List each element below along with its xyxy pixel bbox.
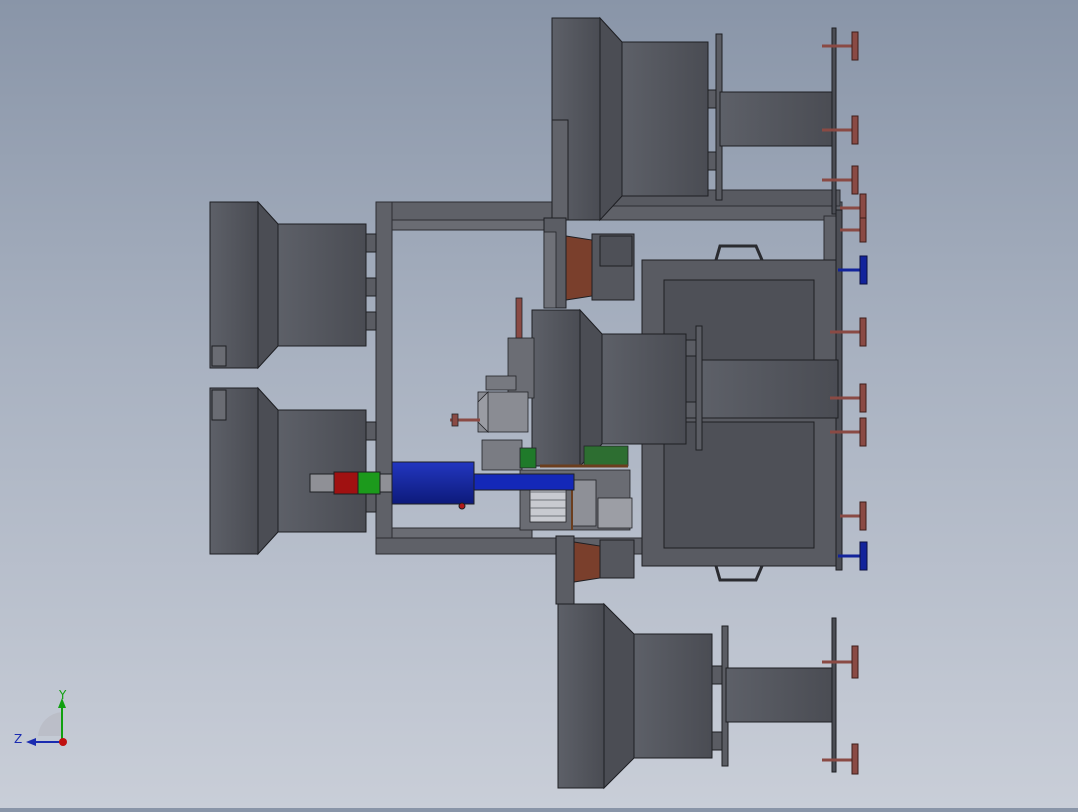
handle-9 <box>840 501 867 531</box>
handle-5 <box>840 217 867 243</box>
z-axis-label: Z <box>14 732 23 746</box>
handle-11 <box>822 743 859 775</box>
upper-pusher <box>543 217 635 309</box>
cad-viewport[interactable]: Y Z <box>0 0 1078 808</box>
y-axis-label: Y <box>59 688 67 702</box>
axis-triad: Y Z <box>14 684 84 754</box>
left-feeder-bottom <box>209 386 377 556</box>
lower-pusher <box>555 535 635 605</box>
left-feeder-top <box>209 200 377 370</box>
bottom-right-feeder <box>557 602 837 790</box>
triad-graphic <box>26 698 67 746</box>
handle-1 <box>822 31 859 61</box>
assembly-drawing <box>209 16 868 790</box>
